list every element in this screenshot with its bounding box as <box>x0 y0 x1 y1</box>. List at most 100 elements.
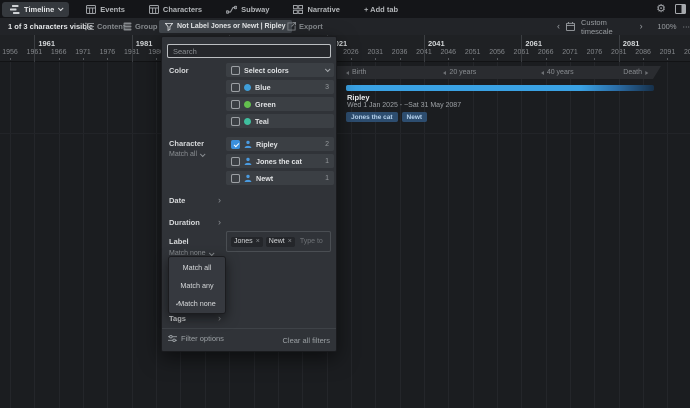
major-tick-line <box>521 35 522 62</box>
minor-tick <box>400 58 401 60</box>
minor-year-label: 2036 <box>392 49 408 56</box>
more-options-icon[interactable]: ⋯ <box>683 22 690 31</box>
dropdown-item-match-all[interactable]: Match all <box>169 259 225 277</box>
clear-all-filters-button[interactable]: Clear all filters <box>282 336 330 345</box>
color-option-green[interactable]: Green <box>226 97 334 111</box>
checkbox[interactable] <box>231 157 240 166</box>
gridline <box>34 62 35 408</box>
minor-year-label: 2071 <box>562 49 578 56</box>
marker-arrow-icon <box>443 71 446 75</box>
major-year-label: 2061 <box>525 39 542 48</box>
label-chip-jones[interactable]: Jones× <box>231 237 263 247</box>
color-dot-icon <box>244 118 251 125</box>
group-button[interactable]: Group <box>123 22 158 31</box>
tags-section-row[interactable]: Tags › <box>169 313 221 323</box>
event-label-chip: Newt <box>402 112 428 122</box>
search-input[interactable] <box>167 44 331 58</box>
event-labels: Jones the cat Newt <box>346 112 427 122</box>
label-type-input[interactable] <box>298 237 326 246</box>
lifespan-band: Birth20 years40 yearsDeath <box>328 66 661 79</box>
filter-options-button[interactable]: Filter options <box>168 334 224 343</box>
count-badge: 3 <box>325 84 329 91</box>
count-badge: 2 <box>325 141 329 148</box>
count-badge: 1 <box>325 158 329 165</box>
gridline <box>667 62 668 408</box>
timescale-next-icon[interactable]: › <box>640 22 643 31</box>
timeline-canvas: Birth20 years40 yearsDeath Ripley Wed 1 … <box>0 62 690 408</box>
band-marker-birth: Birth <box>346 66 366 79</box>
checkbox[interactable] <box>231 100 240 109</box>
major-year-label: 1961 <box>38 39 55 48</box>
narrative-icon <box>293 5 303 14</box>
event-label-chip: Jones the cat <box>346 112 398 122</box>
minor-year-label: 1976 <box>100 49 116 56</box>
checkmark-icon: ✓ <box>175 295 181 313</box>
minor-tick <box>448 58 449 60</box>
checkbox[interactable] <box>231 140 240 149</box>
tab-characters[interactable]: Characters <box>142 2 209 17</box>
minor-year-label: 2086 <box>635 49 651 56</box>
gridline <box>59 62 60 408</box>
chevron-down-icon <box>58 5 64 11</box>
checkbox[interactable] <box>231 66 240 75</box>
funnel-icon <box>165 23 173 31</box>
color-option-teal[interactable]: Teal <box>226 114 334 128</box>
remove-chip-icon[interactable]: × <box>288 238 292 245</box>
event-title: Ripley <box>347 93 370 102</box>
character-match-mode[interactable]: Match all <box>169 151 204 158</box>
minor-tick <box>546 58 547 60</box>
tab-timeline[interactable]: Timeline <box>2 2 69 17</box>
label-chip-newt[interactable]: Newt× <box>266 237 295 247</box>
minor-tick <box>473 58 474 60</box>
select-colors-row[interactable]: Select colors <box>226 63 334 77</box>
minor-tick <box>497 58 498 60</box>
timescale-label[interactable]: Custom timescale <box>581 18 634 36</box>
export-button[interactable]: Export <box>287 22 323 31</box>
minor-year-label: 1966 <box>51 49 67 56</box>
ripley-lifespan-bar[interactable] <box>346 85 654 91</box>
checkbox[interactable] <box>231 174 240 183</box>
duration-section-row[interactable]: Duration › <box>169 217 221 227</box>
tab-narrative[interactable]: Narrative <box>286 2 347 17</box>
tab-timeline-label: Timeline <box>24 5 54 14</box>
date-section-row[interactable]: Date › <box>169 195 221 205</box>
dropdown-item-match-any[interactable]: Match any <box>169 277 225 295</box>
minor-year-label: 2096 <box>684 49 690 56</box>
major-year-label: 2041 <box>428 39 445 48</box>
settings-gear-icon[interactable]: ⚙ <box>656 4 666 15</box>
color-option-blue[interactable]: Blue3 <box>226 80 334 94</box>
gridline <box>643 62 644 408</box>
zoom-level[interactable]: 100% <box>657 22 676 31</box>
remove-chip-icon[interactable]: × <box>256 238 260 245</box>
content-button[interactable]: Content <box>85 22 125 31</box>
label-chip-input[interactable]: Jones×Newt× <box>226 231 331 252</box>
minor-year-label: 2046 <box>441 49 457 56</box>
sidebar-toggle-icon[interactable] <box>675 4 686 14</box>
color-dot-icon <box>244 84 251 91</box>
tab-subway[interactable]: Subway <box>219 2 276 17</box>
checkbox[interactable] <box>231 83 240 92</box>
dropdown-item-match-none[interactable]: ✓Match none <box>169 295 225 313</box>
character-option-newt[interactable]: Newt1 <box>226 171 334 185</box>
color-section-label: Color <box>169 66 189 75</box>
band-marker-death: Death <box>623 66 648 79</box>
minor-tick <box>83 58 84 60</box>
chevron-right-icon: › <box>218 313 221 323</box>
gridline <box>473 62 474 408</box>
minor-tick <box>10 58 11 60</box>
character-option-jones-the-cat[interactable]: Jones the cat1 <box>226 154 334 168</box>
tab-events[interactable]: Events <box>79 2 132 17</box>
list-icon <box>85 22 94 31</box>
timescale-prev-icon[interactable]: ‹ <box>557 22 560 31</box>
gridline <box>448 62 449 408</box>
stack-icon <box>123 22 132 31</box>
character-option-ripley[interactable]: Ripley2 <box>226 137 334 151</box>
chevron-right-icon: › <box>218 195 221 205</box>
active-filter-button[interactable]: Not Label Jones or Newt | Ripley <box>159 20 292 33</box>
checkbox[interactable] <box>231 117 240 126</box>
minor-tick <box>375 58 376 60</box>
gridline <box>83 62 84 408</box>
chevron-down-icon <box>325 66 331 72</box>
minor-tick <box>667 58 668 60</box>
add-tab-button[interactable]: + Add tab <box>357 2 405 17</box>
